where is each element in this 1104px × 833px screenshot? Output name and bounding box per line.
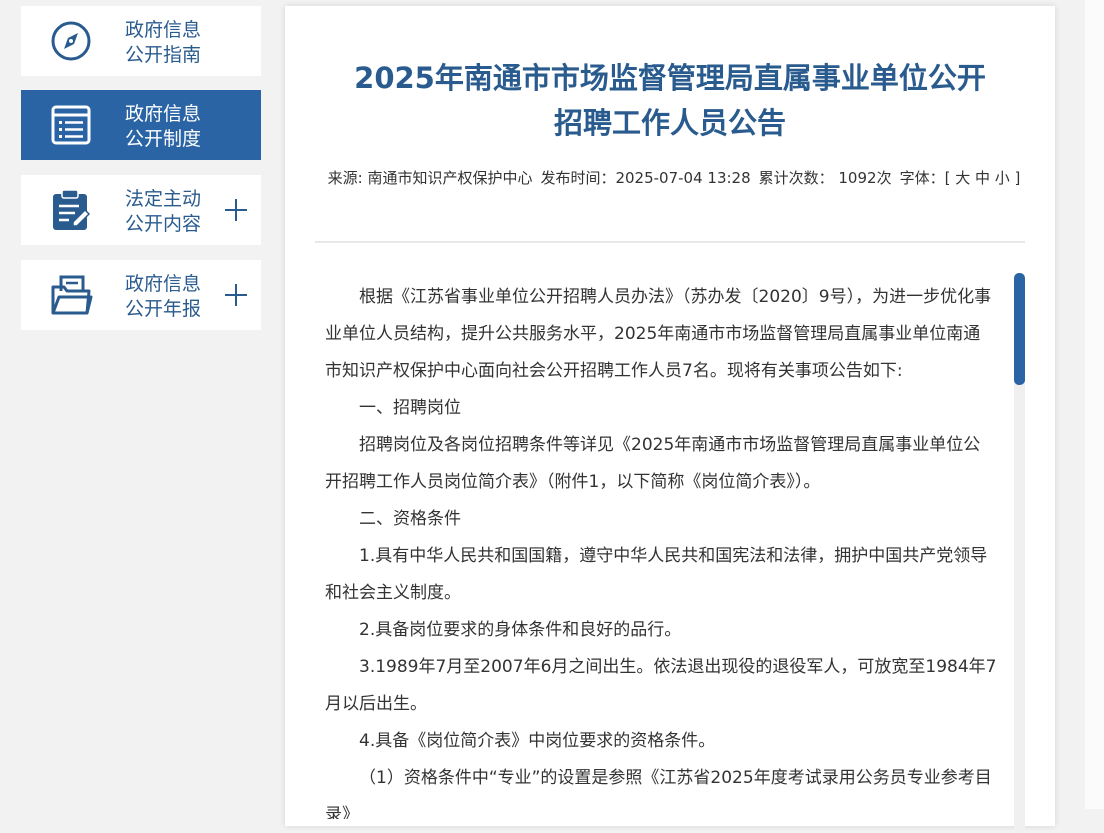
paragraph: 一、招聘岗位 xyxy=(359,398,461,418)
paragraph: （1）资格条件中“专业”的设置是参照《江苏省2025年度考试录用公务员专业参考目… xyxy=(325,768,992,819)
page-edge-strip xyxy=(1085,0,1104,809)
article-body: 根据《江苏省事业单位公开招聘人员办法》（苏办发〔2020〕9号），为进一步优化事… xyxy=(325,279,997,819)
sidebar-item-label: 政府信息 公开制度 xyxy=(125,103,202,150)
sidebar-item-label: 政府信息 公开年报 xyxy=(125,273,202,320)
paragraph: 1.具有中华人民共和国国籍，遵守中华人民共和国宪法和法律，拥护中国共产党领导和社… xyxy=(325,546,988,603)
paragraph: 招聘岗位及各岗位招聘条件等详见《2025年南通市市场监督管理局直属事业单位公开招… xyxy=(325,435,981,492)
folder-document-icon xyxy=(49,273,93,317)
sidebar-item-guide[interactable]: 政府信息 公开指南 xyxy=(21,6,261,76)
scrollbar-thumb[interactable] xyxy=(1014,273,1025,385)
sidebar-item-annual-report[interactable]: 政府信息 公开年报 xyxy=(21,260,261,330)
meta-source: 来源: 南通市知识产权保护中心 xyxy=(327,169,533,187)
sidebar-item-system[interactable]: 政府信息 公开制度 xyxy=(21,90,261,160)
sidebar-item-label: 政府信息 公开指南 xyxy=(125,19,202,66)
article-title: 2025年南通市市场监督管理局直属事业单位公开 招聘工作人员公告 xyxy=(354,61,986,140)
article-panel: 2025年南通市市场监督管理局直属事业单位公开 招聘工作人员公告 来源: 南通市… xyxy=(285,6,1055,833)
compass-icon xyxy=(49,19,93,63)
paragraph: 根据《江苏省事业单位公开招聘人员办法》（苏办发〔2020〕9号），为进一步优化事… xyxy=(325,287,992,381)
paragraph: 3.1989年7月至2007年6月之间出生。依法退出现役的退役军人，可放宽至19… xyxy=(325,657,997,714)
meta-font-size[interactable]: 字体：[ 大 中 小 ] xyxy=(900,169,1021,187)
sidebar-item-label: 法定主动 公开内容 xyxy=(125,188,202,235)
divider xyxy=(315,241,1025,243)
expand-plus-icon[interactable] xyxy=(225,284,247,306)
meta-views: 累计次数： 1092次 xyxy=(758,169,892,187)
meta-published: 发布时间：2025-07-04 13:28 xyxy=(540,169,751,187)
clipboard-edit-icon xyxy=(49,188,93,232)
sidebar-item-statutory-content[interactable]: 法定主动 公开内容 xyxy=(21,175,261,245)
paragraph: 4.具备《岗位简介表》中岗位要求的资格条件。 xyxy=(359,731,716,751)
paragraph: 2.具备岗位要求的身体条件和良好的品行。 xyxy=(359,620,682,640)
document-list-icon xyxy=(49,103,93,147)
article-meta: 来源: 南通市知识产权保护中心 发布时间：2025-07-04 13:28 累计次数… xyxy=(323,166,1025,190)
paragraph: 二、资格条件 xyxy=(359,509,461,529)
expand-plus-icon[interactable] xyxy=(225,199,247,221)
